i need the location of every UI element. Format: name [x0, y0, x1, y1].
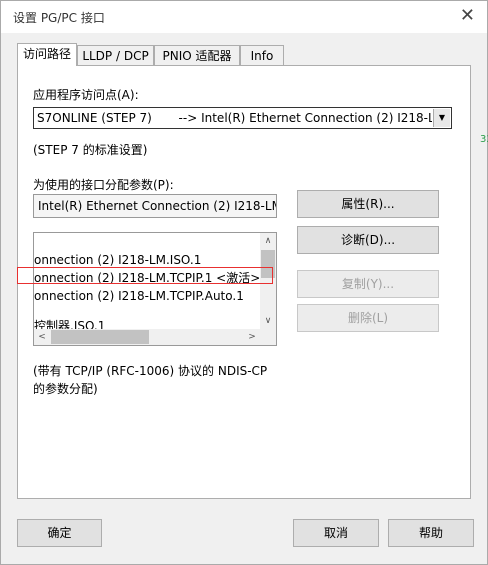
list-item[interactable]: onnection (2) I218-LM.TCPIP.Auto.1	[34, 287, 244, 305]
description-line-1: (带有 TCP/IP (RFC-1006) 协议的 NDIS-CP	[33, 364, 268, 378]
scroll-right-icon[interactable]: >	[244, 329, 260, 345]
scrollbar-corner	[260, 329, 276, 345]
access-point-select[interactable]: S7ONLINE (STEP 7) --> Intel(R) Ethernet …	[33, 107, 452, 129]
help-button[interactable]: 帮助	[388, 519, 474, 547]
access-point-value: S7ONLINE (STEP 7) --> Intel(R) Ethernet …	[37, 111, 432, 125]
horizontal-scrollbar[interactable]: < >	[34, 329, 260, 345]
ok-button[interactable]: 确定	[17, 519, 102, 547]
current-interface-value: Intel(R) Ethernet Connection (2) I218-LM…	[38, 199, 277, 213]
delete-button[interactable]: 删除(L)	[297, 304, 439, 332]
tab-info[interactable]: Info	[240, 45, 284, 65]
interface-params-label: 为使用的接口分配参数(P):	[33, 178, 174, 192]
current-interface-field[interactable]: Intel(R) Ethernet Connection (2) I218-LM…	[33, 194, 277, 218]
diagnostics-button[interactable]: 诊断(D)...	[297, 226, 439, 254]
tab-access-path[interactable]: 访问路径	[17, 43, 77, 66]
copy-button[interactable]: 复制(Y)...	[297, 270, 439, 298]
scroll-left-icon[interactable]: <	[34, 329, 50, 345]
window-title: 设置 PG/PC 接口	[13, 11, 105, 25]
scroll-down-icon[interactable]: ∨	[260, 313, 276, 329]
cancel-button[interactable]: 取消	[293, 519, 379, 547]
access-point-note: (STEP 7 的标准设置)	[33, 143, 148, 157]
dropdown-arrow-icon[interactable]: ▼	[433, 109, 450, 127]
interface-list[interactable]: onnection (2) I218-LM.ISO.1 onnection (2…	[33, 232, 277, 346]
title-bar: 设置 PG/PC 接口 ✕	[1, 1, 487, 33]
background-text-fragment: 32	[480, 134, 488, 145]
access-point-label: 应用程序访问点(A):	[33, 88, 139, 102]
description-line-2: 的参数分配)	[33, 382, 98, 396]
interface-description: (带有 TCP/IP (RFC-1006) 协议的 NDIS-CP 的参数分配)	[33, 362, 313, 398]
tab-pnio-adapter[interactable]: PNIO 适配器	[154, 45, 240, 65]
properties-button[interactable]: 属性(R)...	[297, 190, 439, 218]
close-icon[interactable]: ✕	[460, 5, 475, 27]
set-pgpc-interface-dialog: 设置 PG/PC 接口 ✕ 访问路径 LLDP / DCP PNIO 适配器 I…	[0, 0, 488, 565]
selected-item-highlight	[17, 267, 273, 284]
tab-lldp-dcp[interactable]: LLDP / DCP	[77, 45, 154, 65]
horizontal-scroll-thumb[interactable]	[51, 330, 149, 344]
scroll-up-icon[interactable]: ∧	[260, 233, 276, 249]
